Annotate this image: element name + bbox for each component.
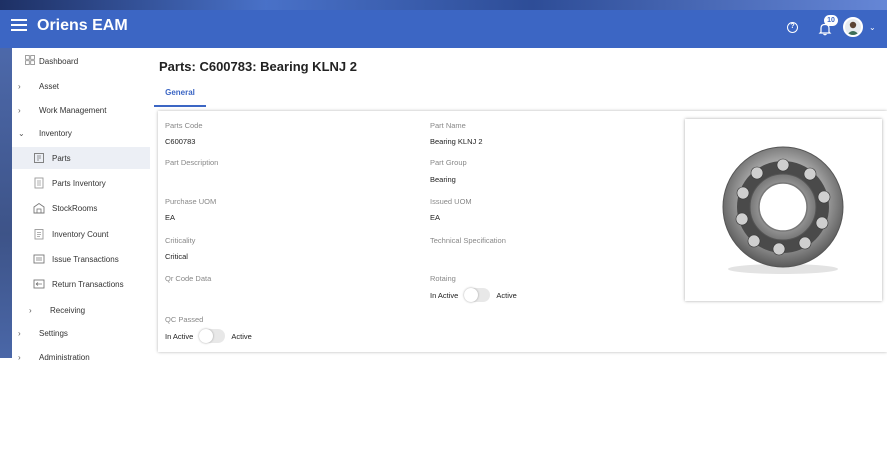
qc-inactive-label: In Active (165, 331, 194, 341)
sidebar-item-settings[interactable]: › Settings (12, 322, 150, 344)
sidebar-item-receiving[interactable]: › Receiving (12, 299, 150, 321)
qc-passed-label: QC Passed (165, 315, 204, 324)
technical-spec-label: Technical Specification (430, 236, 506, 245)
sidebar-item-parts-inventory[interactable]: Parts Inventory (12, 172, 150, 194)
sidebar-item-label: Dashboard (39, 56, 79, 66)
part-description-label: Part Description (165, 158, 219, 167)
empty-content-area (150, 358, 887, 455)
sidebar-item-dashboard[interactable]: Dashboard (12, 50, 150, 72)
issued-uom-value: EA (430, 213, 441, 222)
return-icon (33, 279, 45, 289)
sidebar-item-label: Parts (52, 154, 71, 163)
warehouse-icon (33, 202, 45, 214)
notification-badge: 10 (824, 15, 838, 26)
qr-code-label: Qr Code Data (165, 274, 212, 283)
sidebar-item-label: Administration (39, 352, 90, 362)
sidebar-item-label: Settings (39, 328, 68, 338)
parts-code-label: Parts Code (165, 121, 203, 130)
rotating-active-label: Active (496, 290, 517, 300)
rotating-toggle-group: In Active Active (430, 288, 517, 302)
issued-uom-label: Issued UOM (430, 197, 472, 206)
dashboard-icon (25, 55, 35, 65)
part-group-value: Bearing (430, 175, 456, 184)
sidebar-item-label: Asset (39, 81, 60, 91)
criticality-value: Critical (165, 252, 188, 261)
qc-toggle-group: In Active Active (165, 329, 252, 343)
sidebar-item-label: Return Transactions (52, 280, 124, 289)
sidebar-item-label: StockRooms (52, 204, 98, 213)
part-name-label: Part Name (430, 121, 466, 130)
transactions-icon (33, 254, 45, 264)
sidebar-decoration (0, 48, 12, 358)
criticality-label: Criticality (165, 236, 196, 245)
user-avatar-icon (847, 21, 859, 35)
rotating-inactive-label: In Active (430, 290, 459, 300)
help-icon[interactable]: ? (787, 22, 798, 33)
parts-inventory-icon (34, 177, 44, 189)
sidebar-item-return-transactions[interactable]: Return Transactions (12, 273, 150, 295)
sidebar-item-administration[interactable]: › Administration (12, 346, 150, 368)
chevron-right-icon: › (18, 352, 21, 362)
sidebar-item-stockrooms[interactable]: StockRooms (12, 197, 150, 219)
app-title: Oriens EAM (37, 17, 128, 34)
purchase-uom-value: EA (165, 213, 176, 222)
parts-icon (34, 153, 44, 163)
sidebar-item-label: Inventory Count (52, 230, 109, 239)
part-image (685, 119, 882, 301)
sidebar-item-label: Issue Transactions (52, 255, 119, 264)
sidebar-item-work-management[interactable]: › Work Management (12, 99, 150, 121)
sidebar-item-label: Parts Inventory (52, 179, 106, 188)
avatar[interactable] (843, 17, 863, 37)
purchase-uom-label: Purchase UOM (165, 197, 217, 206)
parts-code-value: C600783 (165, 137, 196, 146)
header-decoration (0, 0, 887, 10)
chevron-right-icon: › (29, 305, 32, 315)
chevron-right-icon: › (18, 105, 21, 115)
rotating-toggle[interactable] (464, 288, 491, 302)
sidebar-item-label: Work Management (39, 105, 107, 115)
part-name-value: Bearing KLNJ 2 (430, 137, 483, 146)
sidebar-item-parts[interactable]: Parts (12, 147, 150, 169)
rotating-label: Rotaing (430, 274, 456, 283)
sidebar-item-label: Inventory (39, 128, 72, 138)
chevron-right-icon: › (18, 81, 21, 91)
clipboard-icon (34, 229, 44, 240)
tab-general[interactable]: General (154, 83, 206, 107)
app-header: Oriens EAM ? 10 ⌄ (0, 0, 887, 48)
chevron-down-icon: ⌄ (18, 128, 25, 138)
sidebar-item-issue-transactions[interactable]: Issue Transactions (12, 248, 150, 270)
qc-active-label: Active (231, 331, 252, 341)
chevron-right-icon: › (18, 328, 21, 338)
qc-toggle[interactable] (199, 329, 226, 343)
page-title: Parts: C600783: Bearing KLNJ 2 (159, 59, 357, 74)
menu-icon[interactable] (11, 19, 27, 31)
bearing-image (722, 146, 844, 274)
sidebar-item-inventory-count[interactable]: Inventory Count (12, 223, 150, 245)
sidebar-item-inventory[interactable]: ⌄ Inventory (12, 122, 150, 144)
part-group-label: Part Group (430, 158, 467, 167)
sidebar-item-asset[interactable]: › Asset (12, 75, 150, 97)
sidebar-item-label: Receiving (50, 305, 86, 315)
chevron-down-icon[interactable]: ⌄ (869, 23, 876, 32)
